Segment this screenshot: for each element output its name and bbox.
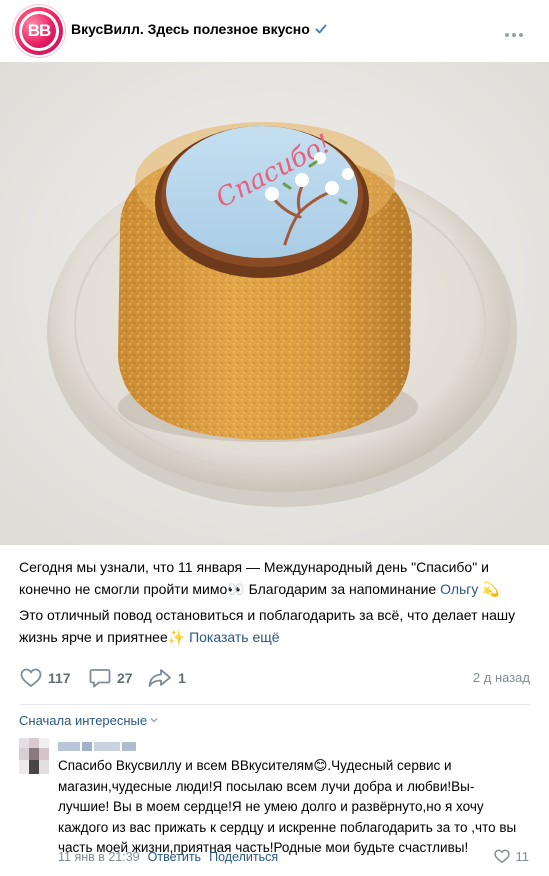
commenter-avatar[interactable] — [19, 738, 49, 774]
share-icon — [148, 669, 171, 687]
comment-date[interactable]: 11 янв в 21:39 — [58, 850, 140, 864]
comment-like-button[interactable]: 11 — [493, 849, 530, 864]
post-actions: 117 27 1 2 д назад — [20, 666, 530, 690]
like-button[interactable]: 117 — [20, 666, 71, 690]
paragraph-2-emoji: ✨ — [167, 629, 186, 645]
comment-meta: 11 янв в 21:39 Ответить Поделиться — [58, 850, 278, 864]
commenter-name-obscured[interactable] — [58, 740, 158, 752]
post-header: ВВ ВкусВилл. Здесь полезное вкусно — [0, 0, 549, 62]
reply-link[interactable]: Ответить — [148, 850, 201, 864]
show-more-link[interactable]: Показать ещё — [189, 629, 280, 645]
comments-sort-dropdown[interactable]: Сначала интересные — [19, 713, 158, 728]
comment-text: Спасибо Вкусвиллу и всем ВВкусителям😊.Чу… — [58, 758, 517, 855]
post-text-paragraph-2: Это отличный повод остановиться и поблаг… — [19, 604, 531, 648]
divider — [20, 704, 530, 705]
comment-button[interactable]: 27 — [89, 666, 133, 690]
comment-like-count: 11 — [515, 849, 530, 864]
mention-emoji: 💫 — [482, 581, 500, 597]
heart-icon — [493, 849, 510, 864]
share-button[interactable]: 1 — [148, 666, 186, 690]
avatar-logo-text: ВВ — [27, 21, 52, 40]
like-count: 117 — [48, 670, 71, 686]
verified-icon — [315, 24, 327, 34]
chevron-down-icon — [150, 718, 158, 723]
share-count: 1 — [178, 670, 186, 686]
post-card: ВВ ВкусВилл. Здесь полезное вкусно Спаси… — [0, 0, 549, 876]
comment-share-link[interactable]: Поделиться — [209, 850, 278, 864]
post-photo[interactable]: Спасибо! — [0, 62, 549, 545]
mention-link[interactable]: Ольгу — [440, 581, 478, 597]
comment-count: 27 — [117, 670, 133, 686]
more-options-icon[interactable] — [505, 24, 527, 37]
post-paragraph-1: Сегодня мы узнали, что 11 января — Между… — [19, 559, 489, 597]
post-text-paragraph-1: Сегодня мы узнали, что 11 января — Между… — [19, 556, 531, 600]
community-avatar[interactable]: ВВ — [15, 7, 63, 55]
community-name-text[interactable]: ВкусВилл. Здесь полезное вкусно — [71, 21, 310, 37]
comment-icon — [89, 669, 111, 688]
comments-sort-label[interactable]: Сначала интересные — [19, 713, 147, 728]
post-time[interactable]: 2 д назад — [473, 670, 530, 685]
cake-image: Спасибо! — [0, 62, 549, 545]
heart-icon — [20, 668, 42, 688]
community-name[interactable]: ВкусВилл. Здесь полезное вкусно — [71, 21, 328, 37]
